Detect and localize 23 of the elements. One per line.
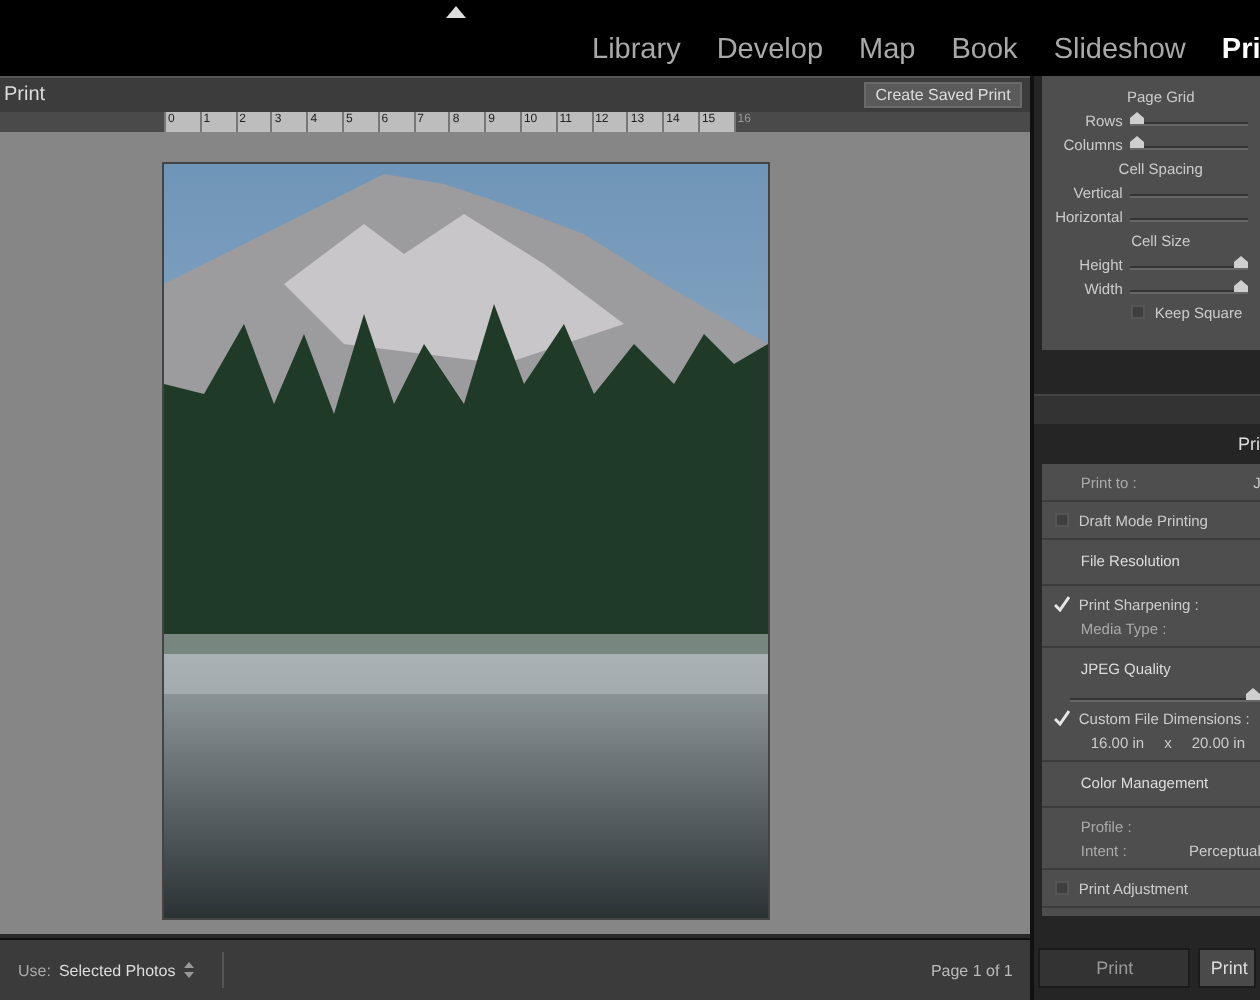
triangle-icon[interactable] — [446, 6, 466, 18]
updown-icon[interactable] — [183, 962, 194, 978]
slider-thumb[interactable] — [1234, 256, 1249, 268]
module-tab[interactable]: Pri — [1221, 34, 1260, 66]
checkmark-icon[interactable] — [1054, 710, 1071, 726]
slider-thumb[interactable] — [1130, 136, 1145, 148]
slider-thumb[interactable] — [1234, 280, 1249, 292]
print-button[interactable]: Print — [1198, 948, 1257, 988]
module-tab[interactable]: Map — [859, 34, 916, 66]
module-tab[interactable]: Library — [592, 34, 681, 66]
module-tab[interactable]: Book — [951, 34, 1018, 66]
panel-title[interactable]: Pri — [1238, 434, 1260, 454]
create-saved-print-button[interactable]: Create Saved Print — [863, 82, 1023, 108]
module-title: Print — [4, 84, 46, 106]
use-label: Use: — [18, 961, 51, 979]
module-tab[interactable]: Develop — [716, 34, 824, 66]
checkmark-icon[interactable] — [1054, 596, 1071, 612]
use-dropdown[interactable]: Selected Photos — [58, 961, 176, 979]
module-tab[interactable]: Slideshow — [1053, 34, 1186, 66]
slider-thumb[interactable] — [1130, 112, 1145, 124]
slider-thumb[interactable] — [1246, 688, 1260, 700]
page-indicator: Page 1 of 1 — [930, 961, 1013, 979]
print-button[interactable]: Print — [1038, 948, 1191, 988]
